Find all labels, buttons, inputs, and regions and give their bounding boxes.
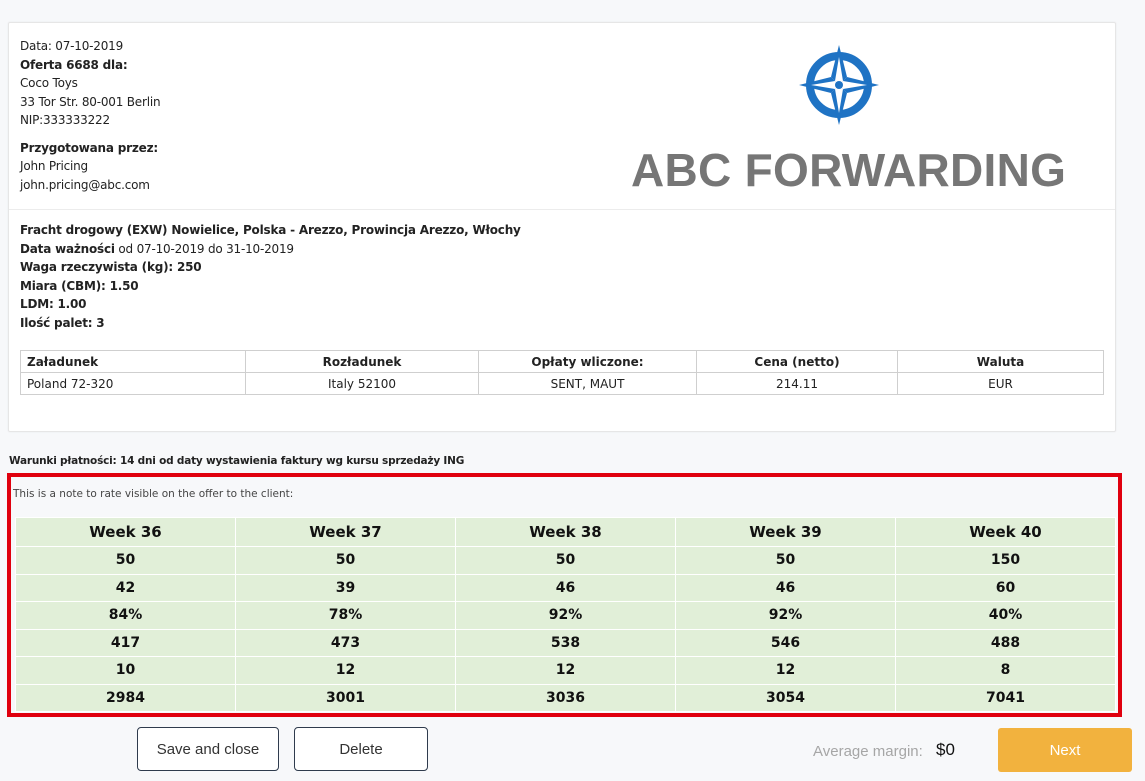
section-divider xyxy=(9,209,1115,210)
week-cell: 12 xyxy=(675,656,896,685)
prepared-by-name: John Pricing xyxy=(20,159,88,173)
offer-card: Data: 07-10-2019 Oferta 6688 dla: Coco T… xyxy=(8,22,1116,432)
weekly-table-header: Week 36 Week 37 Week 38 Week 39 Week 40 xyxy=(15,517,1116,547)
week-cell: 150 xyxy=(895,546,1116,575)
week-cell: 60 xyxy=(895,573,1116,602)
week-cell: 3054 xyxy=(675,683,896,712)
rate-table: Załadunek Rozładunek Opłaty wliczone: Ce… xyxy=(20,350,1104,395)
table-row: 50 50 50 50 150 xyxy=(15,546,1116,575)
week-header: Week 38 xyxy=(455,517,676,547)
week-cell: 46 xyxy=(675,573,896,602)
week-cell: 488 xyxy=(895,628,1116,657)
week-cell: 92% xyxy=(455,601,676,630)
header-price: Cena (netto) xyxy=(696,350,898,373)
week-cell: 50 xyxy=(235,546,456,575)
prepared-by-email: john.pricing@abc.com xyxy=(20,177,150,192)
shipment-details: Fracht drogowy (EXW) Nowielice, Polska -… xyxy=(20,221,521,332)
week-cell: 8 xyxy=(895,656,1116,685)
week-cell: 42 xyxy=(15,573,236,602)
rate-note-highlight: This is a note to rate visible on the of… xyxy=(7,473,1122,717)
payment-terms: Warunki płatności: 14 dni od daty wystaw… xyxy=(9,455,465,467)
cell-fees: SENT, MAUT xyxy=(478,372,697,395)
client-address: 33 Tor Str. 80-001 Berlin xyxy=(20,94,161,109)
week-cell: 12 xyxy=(455,656,676,685)
offer-date: Data: 07-10-2019 xyxy=(20,39,124,53)
table-row: 84% 78% 92% 92% 40% xyxy=(15,601,1116,630)
week-cell: 3001 xyxy=(235,683,456,712)
week-cell: 39 xyxy=(235,573,456,602)
delete-button[interactable]: Delete xyxy=(294,727,428,771)
save-and-close-button[interactable]: Save and close xyxy=(137,727,279,771)
offer-for-label: Oferta 6688 dla: xyxy=(20,57,128,72)
ldm-line: LDM: 1.00 xyxy=(20,297,87,311)
client-name: Coco Toys xyxy=(20,76,78,90)
week-cell: 40% xyxy=(895,601,1116,630)
week-cell: 2984 xyxy=(15,683,236,712)
offer-header: Data: 07-10-2019 Oferta 6688 dla: Coco T… xyxy=(20,37,161,194)
prepared-by-label: Przygotowana przez: xyxy=(20,140,158,155)
cell-unloading: Italy 52100 xyxy=(245,372,479,395)
week-cell: 473 xyxy=(235,628,456,657)
week-header: Week 39 xyxy=(675,517,896,547)
week-cell: 92% xyxy=(675,601,896,630)
rate-table-header: Załadunek Rozładunek Opłaty wliczone: Ce… xyxy=(20,350,1104,373)
week-cell: 417 xyxy=(15,628,236,657)
header-loading: Załadunek xyxy=(20,350,246,373)
client-nip: NIP:333333222 xyxy=(20,113,110,127)
table-row: 42 39 46 46 60 xyxy=(15,573,1116,602)
validity-value: od 07-10-2019 do 31-10-2019 xyxy=(114,241,294,256)
average-margin-label: Average margin: xyxy=(813,743,923,760)
week-cell: 50 xyxy=(455,546,676,575)
week-cell: 50 xyxy=(15,546,236,575)
weekly-table: Week 36 Week 37 Week 38 Week 39 Week 40 … xyxy=(15,517,1116,712)
validity-line: Data ważności od 07-10-2019 do 31-10-201… xyxy=(20,240,521,259)
validity-label: Data ważności xyxy=(20,241,115,256)
brand-name: ABC FORWARDING xyxy=(631,144,1067,196)
offer-page: Data: 07-10-2019 Oferta 6688 dla: Coco T… xyxy=(0,0,1145,781)
company-logo: ABC FORWARDING xyxy=(619,41,1066,196)
next-button[interactable]: Next xyxy=(998,728,1132,772)
header-fees: Opłaty wliczone: xyxy=(478,350,697,373)
cell-loading: Poland 72-320 xyxy=(20,372,246,395)
header-unloading: Rozładunek xyxy=(245,350,479,373)
table-row: 417 473 538 546 488 xyxy=(15,628,1116,657)
cell-currency: EUR xyxy=(897,372,1104,395)
average-margin-value: $0 xyxy=(936,740,955,759)
table-row: Poland 72-320 Italy 52100 SENT, MAUT 214… xyxy=(20,372,1104,395)
weight-line: Waga rzeczywista (kg): 250 xyxy=(20,260,202,274)
week-header: Week 37 xyxy=(235,517,456,547)
week-cell: 3036 xyxy=(455,683,676,712)
table-row: 2984 3001 3036 3054 7041 xyxy=(15,683,1116,712)
week-header: Week 40 xyxy=(895,517,1116,547)
cell-price: 214.11 xyxy=(696,372,898,395)
route-description: Fracht drogowy (EXW) Nowielice, Polska -… xyxy=(20,223,521,237)
week-cell: 546 xyxy=(675,628,896,657)
pallets-line: Ilość palet: 3 xyxy=(20,315,105,330)
week-cell: 538 xyxy=(455,628,676,657)
table-row: 10 12 12 12 8 xyxy=(15,656,1116,685)
compass-icon xyxy=(799,45,879,125)
week-header: Week 36 xyxy=(15,517,236,547)
week-cell: 7041 xyxy=(895,683,1116,712)
week-cell: 78% xyxy=(235,601,456,630)
week-cell: 12 xyxy=(235,656,456,685)
week-cell: 50 xyxy=(675,546,896,575)
week-cell: 46 xyxy=(455,573,676,602)
header-currency: Waluta xyxy=(897,350,1104,373)
cbm-line: Miara (CBM): 1.50 xyxy=(20,278,139,293)
week-cell: 84% xyxy=(15,601,236,630)
rate-note-text: This is a note to rate visible on the of… xyxy=(13,488,294,500)
week-cell: 10 xyxy=(15,656,236,685)
